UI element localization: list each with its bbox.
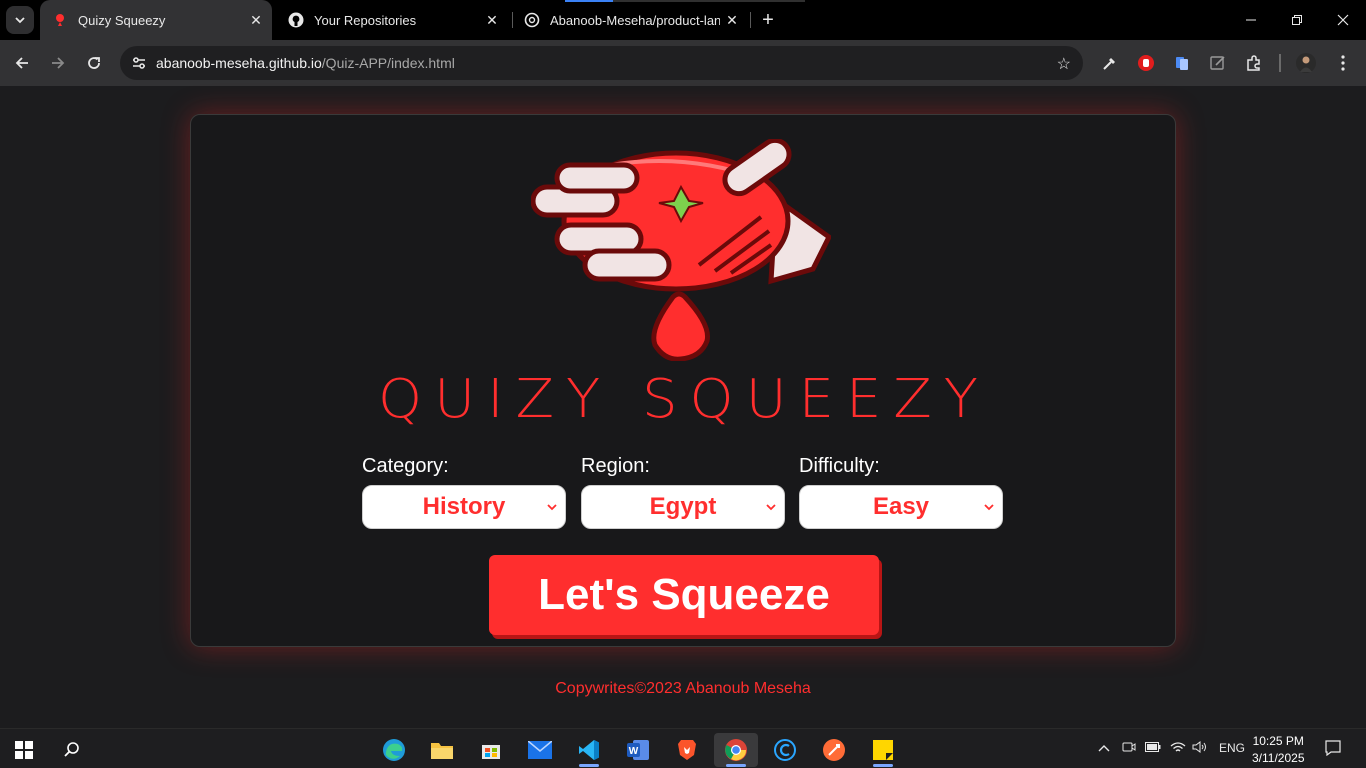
address-bar[interactable]: abanoob-meseha.github.io/Quiz-APP/index.… — [120, 46, 1083, 80]
loading-indicator — [565, 0, 805, 2]
running-indicator — [579, 764, 599, 767]
search-button[interactable] — [50, 733, 94, 767]
site-settings-icon[interactable] — [122, 55, 156, 71]
arrow-left-icon — [15, 57, 28, 69]
chevron-down-icon — [984, 500, 994, 514]
brave-app-icon[interactable] — [665, 733, 709, 767]
running-indicator — [726, 764, 746, 767]
toolbar-divider — [1279, 54, 1281, 72]
copy-extension-icon[interactable] — [1171, 52, 1193, 74]
microsoft-store-app-icon[interactable] — [469, 733, 513, 767]
battery-tray-icon[interactable] — [1145, 741, 1161, 755]
chrome-app-icon[interactable] — [714, 733, 758, 767]
running-indicator — [873, 764, 893, 767]
brand-title: QUIZY SQUEEZY — [378, 368, 990, 431]
chevron-down-icon — [547, 500, 557, 514]
notifications-icon[interactable] — [1325, 740, 1341, 759]
quizy-favicon-icon — [52, 12, 68, 28]
tab-title: Abanoob-Meseha/product-land — [550, 12, 720, 28]
github-icon — [288, 12, 304, 28]
file-explorer-app-icon[interactable] — [420, 733, 464, 767]
tab-title: Your Repositories — [314, 12, 417, 28]
minimize-button[interactable] — [1228, 0, 1274, 40]
copilot-app-icon[interactable] — [763, 733, 807, 767]
windows-logo-icon — [15, 741, 33, 759]
reload-icon — [88, 57, 100, 69]
adblock-extension-icon[interactable] — [1135, 52, 1157, 74]
tray-overflow-chevron-icon[interactable] — [1098, 741, 1110, 755]
arrow-right-icon — [52, 57, 65, 69]
input-language[interactable]: ENG — [1219, 741, 1245, 755]
search-icon — [64, 742, 79, 757]
camera-tray-icon[interactable] — [1122, 741, 1136, 756]
clock-time: 10:25 PM — [1252, 734, 1304, 748]
browser-toolbar: abanoob-meseha.github.io/Quiz-APP/index.… — [0, 40, 1366, 86]
tab-strip: Quizy Squeezy ✕ Your Repositories ✕ Aban… — [0, 0, 1366, 40]
system-clock[interactable]: 10:25 PM 3/11/2025 — [1252, 733, 1305, 767]
difficulty-select[interactable]: Easy — [799, 485, 1003, 529]
close-tab-icon[interactable]: ✕ — [244, 12, 268, 29]
bookmark-star-icon[interactable]: ☆ — [1057, 54, 1071, 74]
svg-text:W: W — [629, 746, 639, 757]
url-host: abanoob-meseha.github.io — [156, 55, 322, 71]
vscode-app-icon[interactable] — [567, 733, 611, 767]
close-tab-icon[interactable]: ✕ — [480, 12, 504, 29]
footer-copyright: Copywrites©2023 Abanoub Meseha — [555, 680, 811, 697]
region-select[interactable]: Egypt — [581, 485, 785, 529]
squeezed-tomato-logo-icon — [531, 139, 831, 361]
sticky-notes-app-icon[interactable] — [861, 733, 905, 767]
page-viewport: QUIZY SQUEEZY Category: History Region: … — [0, 86, 1366, 728]
extensions-puzzle-icon[interactable] — [1243, 52, 1265, 74]
close-tab-icon[interactable]: ✕ — [720, 12, 744, 29]
difficulty-label: Difficulty: — [799, 455, 880, 477]
tab-search-button[interactable] — [6, 6, 34, 34]
menu-kebab-icon[interactable] — [1332, 52, 1354, 74]
word-app-icon[interactable]: W — [616, 733, 660, 767]
back-button[interactable] — [8, 49, 36, 77]
close-icon — [1337, 14, 1349, 26]
clock-date: 3/11/2025 — [1252, 751, 1305, 765]
new-tab-button[interactable]: + — [756, 8, 780, 32]
profile-avatar[interactable] — [1295, 52, 1317, 74]
tab-separator — [750, 12, 751, 28]
minimize-icon — [1246, 19, 1256, 21]
url-path: /Quiz-APP/index.html — [321, 55, 455, 71]
restore-icon — [1292, 15, 1302, 25]
region-label: Region: — [581, 455, 650, 477]
difficulty-value: Easy — [872, 493, 930, 520]
forward-button[interactable] — [44, 49, 72, 77]
category-label: Category: — [362, 455, 449, 477]
region-value: Egypt — [649, 493, 717, 520]
mail-app-icon[interactable] — [518, 733, 562, 767]
codepen-icon — [524, 12, 540, 28]
start-button[interactable] — [2, 733, 46, 767]
wifi-tray-icon[interactable] — [1170, 741, 1186, 756]
close-window-button[interactable] — [1320, 0, 1366, 40]
chevron-down-icon — [15, 17, 25, 24]
lets-squeeze-button[interactable]: Let's Squeeze — [489, 555, 879, 635]
postman-app-icon[interactable] — [812, 733, 856, 767]
tab-title: Quizy Squeezy — [78, 12, 166, 28]
chevron-down-icon — [766, 500, 776, 514]
windows-taskbar: W ENG 10:25 PM 3/11/2025 — [0, 728, 1366, 768]
edit-extension-icon[interactable] — [1207, 52, 1229, 74]
tab-your-repositories[interactable]: Your Repositories ✕ — [276, 0, 508, 40]
quiz-setup-card: QUIZY SQUEEZY Category: History Region: … — [190, 114, 1176, 647]
restore-button[interactable] — [1274, 0, 1320, 40]
eyedropper-extension-icon[interactable] — [1099, 52, 1121, 74]
volume-tray-icon[interactable] — [1192, 741, 1208, 756]
category-value: History — [422, 493, 506, 520]
reload-button[interactable] — [80, 49, 108, 77]
tab-quizy-squeezy[interactable]: Quizy Squeezy ✕ — [40, 0, 272, 40]
category-select[interactable]: History — [362, 485, 566, 529]
edge-app-icon[interactable] — [372, 733, 416, 767]
tab-product-landing[interactable]: Abanoob-Meseha/product-land ✕ — [512, 0, 748, 40]
